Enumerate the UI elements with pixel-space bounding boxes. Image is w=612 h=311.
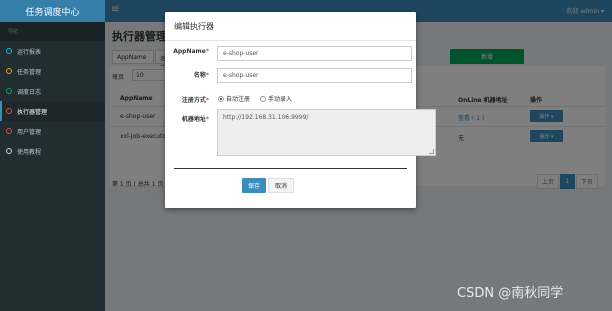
- circle-icon: [6, 88, 12, 94]
- appname-field[interactable]: e-shop-user: [217, 46, 412, 61]
- name-label: 名称*: [193, 72, 209, 79]
- register-auto-radio[interactable]: 自动注册: [218, 94, 250, 103]
- watermark: CSDN @南秋同学: [457, 286, 564, 301]
- name-label-text: 名称: [193, 72, 206, 79]
- divider: [174, 168, 407, 169]
- app-title[interactable]: 任务调度中心: [0, 0, 105, 22]
- circle-icon: [6, 68, 12, 74]
- divider: [165, 40, 416, 41]
- circle-icon: [6, 108, 12, 114]
- appname-label-text: AppName: [173, 48, 206, 55]
- sidebar-item-help[interactable]: 使用教程: [0, 141, 105, 161]
- radio-checked-icon: [218, 95, 224, 102]
- modal-title: 编辑执行器: [174, 22, 214, 31]
- sidebar-item-label: 用户管理: [17, 128, 42, 136]
- radio-label: 手动录入: [268, 96, 293, 103]
- address-label-text: 机器地址: [181, 116, 206, 123]
- save-button[interactable]: 保存: [242, 178, 266, 193]
- edit-executor-modal: 编辑执行器 AppName* e-shop-user 名称* e-shop-us…: [165, 12, 436, 208]
- cancel-button[interactable]: 取消: [268, 178, 294, 193]
- name-field[interactable]: e-shop-user: [217, 68, 412, 83]
- circle-icon: [6, 48, 12, 54]
- register-type-label-text: 注册方式: [181, 97, 206, 104]
- register-manual-radio[interactable]: 手动录入: [260, 94, 292, 103]
- sidebar-header: 导航: [0, 22, 105, 41]
- sidebar-item-users[interactable]: 用户管理: [0, 121, 105, 141]
- radio-label: 自动注册: [226, 96, 251, 103]
- sidebar-item-executors[interactable]: 执行器管理: [0, 101, 105, 121]
- appname-label: AppName*: [173, 48, 209, 55]
- circle-icon: [6, 128, 12, 134]
- address-textarea[interactable]: http://192.168.31.106:9999/: [217, 109, 436, 156]
- radio-unchecked-icon: [260, 95, 266, 102]
- sidebar-item-logs[interactable]: 调度日志: [0, 81, 105, 101]
- sidebar-item-label: 执行器管理: [17, 108, 48, 116]
- register-type-label: 注册方式*: [181, 97, 209, 104]
- sidebar-item-label: 使用教程: [17, 148, 42, 156]
- sidebar: 任务调度中心 导航 运行报表 任务管理 调度日志 执行器管理 用户管理 使用教程: [0, 0, 105, 311]
- address-value: http://192.168.31.106:9999/: [223, 114, 309, 121]
- sidebar-item-label: 运行报表: [17, 48, 42, 56]
- sidebar-item-label: 调度日志: [17, 88, 42, 96]
- circle-icon: [6, 148, 12, 154]
- sidebar-item-label: 任务管理: [17, 68, 42, 76]
- resize-handle-icon[interactable]: [429, 149, 434, 154]
- sidebar-item-jobs[interactable]: 任务管理: [0, 61, 105, 81]
- address-label: 机器地址*: [181, 116, 209, 123]
- sidebar-item-report[interactable]: 运行报表: [0, 41, 105, 61]
